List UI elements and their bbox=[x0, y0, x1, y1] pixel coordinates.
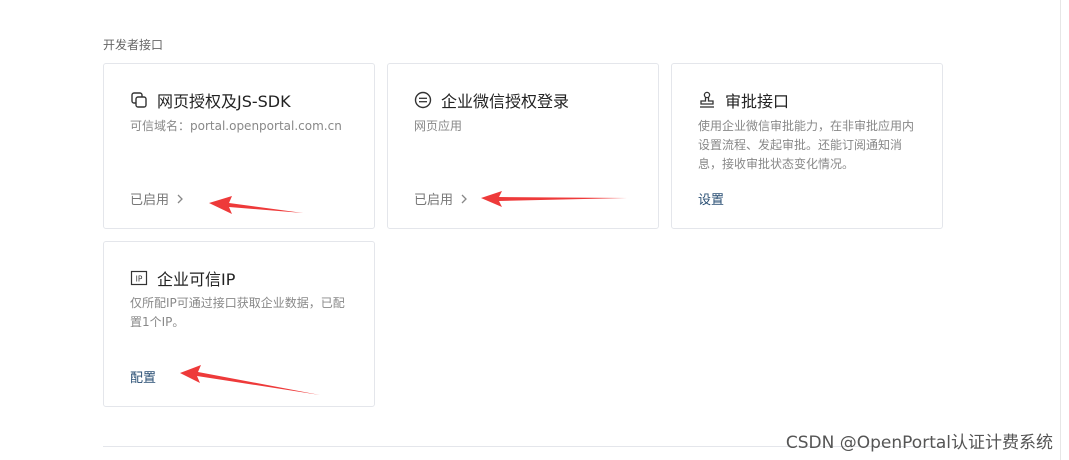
chevron-right-icon bbox=[461, 194, 467, 203]
svg-text:IP: IP bbox=[136, 274, 143, 283]
ip-icon: IP bbox=[130, 270, 148, 286]
card-title: 网页授权及JS-SDK bbox=[130, 90, 291, 111]
copy-icon bbox=[131, 92, 147, 108]
description-line: 置1个IP。 bbox=[130, 315, 185, 329]
watermark: CSDN @OpenPortal认证计费系统 bbox=[785, 433, 1053, 453]
card-web-auth-jssdk[interactable]: 网页授权及JS-SDK 可信域名：portal.openportal.com.c… bbox=[103, 63, 375, 229]
card-wework-auth-login[interactable]: 企业微信授权登录 网页应用 已启用 bbox=[387, 63, 659, 229]
card-title: 企业微信授权登录 bbox=[414, 90, 570, 111]
card-description: 网页应用 bbox=[414, 119, 463, 133]
stamp-icon bbox=[700, 91, 714, 108]
chevron-right-icon bbox=[177, 194, 183, 203]
description-line: 息，接收审批状态变化情况。 bbox=[698, 157, 855, 171]
configure-link[interactable]: 配置 bbox=[130, 367, 156, 386]
card-description: 仅所配IP可通过接口获取企业数据，已配 置1个IP。 bbox=[130, 294, 345, 332]
card-title-text: 企业微信授权登录 bbox=[441, 92, 570, 111]
card-description: 可信域名：portal.openportal.com.cn bbox=[130, 119, 342, 133]
card-title: 审批接口 bbox=[698, 90, 790, 111]
description-line: 仅所配IP可通过接口获取企业数据，已配 bbox=[130, 296, 345, 310]
description-line: 设置流程、发起审批。还能订阅通知消 bbox=[698, 138, 903, 152]
minus-circle-icon bbox=[414, 91, 432, 109]
card-trusted-ip[interactable]: IP 企业可信IP 仅所配IP可通过接口获取企业数据，已配 置1个IP。 配置 bbox=[103, 241, 375, 407]
settings-link[interactable]: 设置 bbox=[698, 189, 724, 208]
card-approval-api[interactable]: 审批接口 使用企业微信审批能力，在非审批应用内 设置流程、发起审批。还能订阅通知… bbox=[671, 63, 943, 229]
action-label: 配置 bbox=[130, 371, 157, 386]
enabled-status-link[interactable]: 已启用 bbox=[130, 189, 185, 208]
scrollbar-track[interactable] bbox=[1060, 0, 1061, 460]
description-line: 使用企业微信审批能力，在非审批应用内 bbox=[698, 119, 915, 133]
card-title: IP 企业可信IP bbox=[130, 268, 236, 289]
card-title-text: 审批接口 bbox=[725, 92, 790, 111]
action-label: 已启用 bbox=[130, 193, 170, 208]
action-label: 已启用 bbox=[414, 193, 454, 208]
section-title: 开发者接口 bbox=[103, 38, 164, 52]
card-title-text: 网页授权及JS-SDK bbox=[157, 92, 291, 111]
card-title-text: 企业可信IP bbox=[157, 270, 236, 289]
enabled-status-link[interactable]: 已启用 bbox=[414, 189, 469, 208]
action-label: 设置 bbox=[698, 193, 725, 208]
card-description: 使用企业微信审批能力，在非审批应用内 设置流程、发起审批。还能订阅通知消 息，接… bbox=[698, 117, 914, 174]
